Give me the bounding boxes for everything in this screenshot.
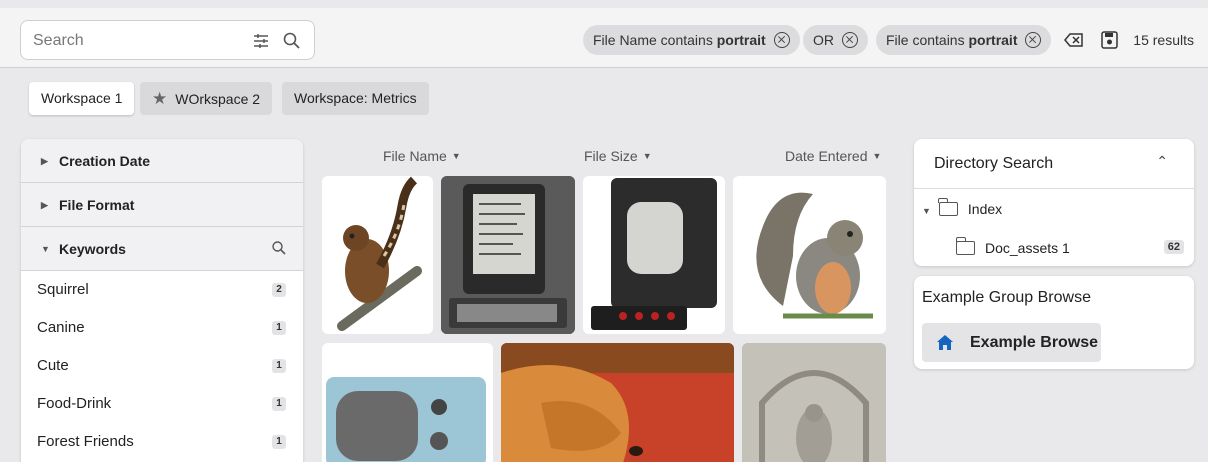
column-label: File Name bbox=[383, 148, 447, 164]
column-label: Date Entered bbox=[785, 148, 868, 164]
filter-chip-file-contains[interactable]: File contains portrait bbox=[876, 25, 1052, 55]
tab-workspace-2[interactable]: ★ WOrkspace 2 bbox=[140, 82, 273, 115]
search-box bbox=[20, 20, 315, 60]
filter-chip-operator: OR bbox=[813, 32, 834, 48]
divider bbox=[914, 188, 1194, 189]
facet-file-format[interactable]: ▶ File Format bbox=[21, 183, 303, 227]
tree-item-label: Index bbox=[967, 201, 1003, 217]
directory-search-panel: Directory Search ⌃ ▼ Index Doc_assets 1 6… bbox=[914, 139, 1194, 266]
keyword-item[interactable]: Canine 1 bbox=[21, 309, 303, 347]
thumbnail-stone-carving[interactable] bbox=[742, 343, 886, 462]
facet-label: Keywords bbox=[59, 241, 126, 257]
folder-icon bbox=[938, 198, 958, 216]
filter-chip-term: portrait bbox=[716, 32, 766, 48]
facet-keywords[interactable]: ▼ Keywords bbox=[21, 227, 303, 271]
filter-settings-icon[interactable] bbox=[251, 31, 271, 51]
sort-caret-icon: ▼ bbox=[642, 151, 652, 161]
dog-image bbox=[501, 343, 734, 462]
thumbnail-computer-terminal[interactable] bbox=[441, 176, 575, 334]
terminal-image bbox=[441, 176, 575, 334]
keyword-label: Canine bbox=[37, 319, 85, 336]
lemur-image bbox=[337, 176, 422, 331]
microwave-image bbox=[326, 377, 486, 462]
column-label: File Size bbox=[584, 148, 638, 164]
tree-collapse-icon: ▼ bbox=[922, 206, 931, 216]
keyword-item[interactable]: Cute 1 bbox=[21, 347, 303, 385]
search-input[interactable] bbox=[33, 30, 248, 52]
tree-item-label: Doc_assets 1 bbox=[985, 240, 1070, 256]
keyword-count: 1 bbox=[272, 321, 286, 335]
sort-caret-icon: ▼ bbox=[451, 151, 461, 161]
tab-label: WOrkspace 2 bbox=[175, 91, 261, 107]
home-icon bbox=[937, 335, 953, 350]
thumbnail-lemur[interactable] bbox=[322, 176, 433, 334]
collapse-arrow-icon: ▼ bbox=[41, 244, 50, 254]
directory-search-title: Directory Search bbox=[934, 155, 1054, 172]
keyword-label: Food-Drink bbox=[37, 395, 112, 412]
search-icon[interactable] bbox=[282, 31, 302, 51]
carving-image bbox=[742, 343, 886, 462]
filter-chip-or[interactable]: OR bbox=[803, 25, 868, 55]
filter-chip-term: portrait bbox=[968, 32, 1018, 48]
chevron-up-icon[interactable]: ⌃ bbox=[1156, 153, 1168, 170]
keyword-count: 1 bbox=[272, 435, 286, 449]
remove-operator-icon[interactable] bbox=[841, 32, 858, 48]
thumbnail-microwave[interactable] bbox=[322, 343, 493, 462]
keyword-label: Forest Friends bbox=[37, 433, 134, 450]
tab-workspace-1[interactable]: Workspace 1 bbox=[29, 82, 135, 115]
tree-item-doc-assets[interactable]: Doc_assets 1 bbox=[955, 237, 1070, 256]
keyword-count: 1 bbox=[272, 397, 286, 411]
save-search-icon[interactable] bbox=[1098, 30, 1120, 50]
keyword-item[interactable]: Squirrel 2 bbox=[21, 271, 303, 309]
search-keywords-icon[interactable] bbox=[271, 240, 287, 256]
tab-workspace-metrics[interactable]: Workspace: Metrics bbox=[282, 82, 429, 115]
thumbnail-squirrel[interactable] bbox=[733, 176, 886, 334]
vectrex-image bbox=[591, 178, 717, 330]
star-icon: ★ bbox=[152, 89, 168, 108]
filter-chip-file-name[interactable]: File Name contains portrait bbox=[583, 25, 800, 55]
clear-filters-icon[interactable] bbox=[1063, 30, 1085, 50]
remove-filter-icon[interactable] bbox=[1025, 32, 1042, 48]
facet-panel: ▶ Creation Date ▶ File Format ▼ Keywords… bbox=[21, 139, 303, 462]
keyword-item[interactable]: Forest Friends 1 bbox=[21, 423, 303, 461]
top-bar: File Name contains portrait OR File cont… bbox=[0, 8, 1208, 68]
filter-chip-prefix: File Name contains bbox=[593, 32, 717, 48]
keyword-label: Squirrel bbox=[37, 281, 89, 298]
sort-date-entered[interactable]: Date Entered ▼ bbox=[785, 148, 881, 164]
tab-label: Workspace: Metrics bbox=[294, 90, 417, 106]
tree-item-index[interactable]: ▼ Index bbox=[922, 198, 1003, 217]
tab-label: Workspace 1 bbox=[41, 90, 123, 106]
thumbnail-vectrex[interactable] bbox=[583, 176, 725, 334]
sort-file-name[interactable]: File Name ▼ bbox=[383, 148, 461, 164]
squirrel-image bbox=[756, 192, 873, 319]
facet-label: Creation Date bbox=[59, 153, 151, 169]
remove-filter-icon[interactable] bbox=[773, 32, 790, 48]
keyword-label: Cute bbox=[37, 357, 69, 374]
tree-item-count: 62 bbox=[1163, 240, 1184, 254]
keyword-count: 2 bbox=[272, 283, 286, 297]
facet-creation-date[interactable]: ▶ Creation Date bbox=[21, 139, 303, 183]
filter-chip-prefix: File contains bbox=[886, 32, 969, 48]
keyword-count: 1 bbox=[272, 359, 286, 373]
example-browse-button[interactable]: Example Browse bbox=[922, 323, 1101, 362]
sort-file-size[interactable]: File Size ▼ bbox=[584, 148, 652, 164]
expand-arrow-icon: ▶ bbox=[41, 156, 48, 166]
group-browse-title: Example Group Browse bbox=[922, 289, 1091, 306]
thumbnail-sleeping-dog[interactable] bbox=[501, 343, 734, 462]
facet-label: File Format bbox=[59, 197, 135, 213]
group-browse-panel: Example Group Browse Example Browse bbox=[914, 276, 1194, 369]
results-count: 15 results bbox=[1133, 32, 1194, 48]
expand-arrow-icon: ▶ bbox=[41, 200, 48, 210]
sort-caret-icon: ▼ bbox=[872, 151, 882, 161]
browse-label: Example Browse bbox=[970, 334, 1099, 351]
folder-icon bbox=[955, 237, 975, 255]
keyword-item[interactable]: Food-Drink 1 bbox=[21, 385, 303, 423]
